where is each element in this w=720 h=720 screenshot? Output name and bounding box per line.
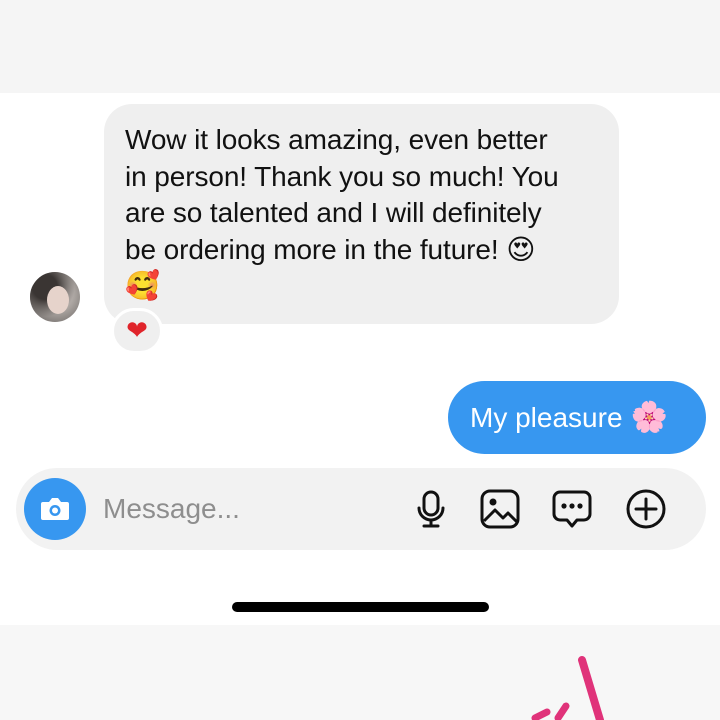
message-line-2: in person! Thank you so much! You (125, 160, 559, 192)
header-area (0, 0, 720, 93)
microphone-icon[interactable] (410, 488, 452, 530)
incoming-message-text: Wow it looks amazing, even better in per… (125, 122, 597, 305)
smiling-hearts-emoji: 🥰 (125, 269, 160, 302)
heart-icon: ❤ (126, 315, 148, 345)
message-line-4: be ordering more in the future! (125, 233, 499, 265)
chat-screen: Wow it looks amazing, even better in per… (0, 0, 720, 720)
message-line-1: Wow it looks amazing, even better (125, 124, 548, 155)
cherry-blossom-emoji: 🌸 (630, 400, 668, 435)
outgoing-message-bubble[interactable]: My pleasure 🌸 (448, 381, 706, 454)
avatar-face (47, 286, 69, 314)
message-line-3: are so talented and I will definitely (125, 197, 542, 228)
outgoing-message-text: My pleasure (470, 401, 623, 433)
plus-icon[interactable] (625, 488, 667, 530)
avatar[interactable] (30, 272, 80, 322)
camera-icon (41, 498, 69, 520)
sticker-icon[interactable] (551, 488, 593, 530)
message-input[interactable] (103, 489, 393, 529)
incoming-message-bubble[interactable]: Wow it looks amazing, even better in per… (104, 104, 619, 324)
heart-reaction[interactable]: ❤ (111, 308, 163, 354)
heart-eyes-emoji: 😍 (506, 232, 536, 266)
home-indicator (232, 602, 489, 612)
camera-button[interactable] (24, 478, 86, 540)
message-composer (16, 468, 706, 550)
gallery-icon[interactable] (479, 488, 521, 530)
decorative-pink-scribble (531, 656, 604, 720)
